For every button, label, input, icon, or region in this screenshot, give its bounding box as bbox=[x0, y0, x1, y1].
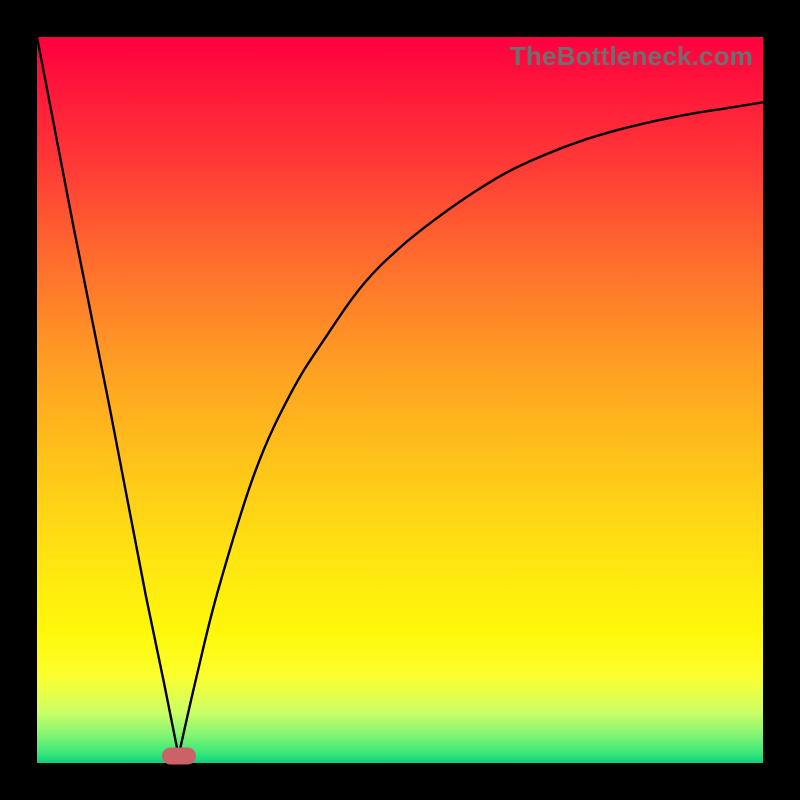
left-branch-path bbox=[37, 37, 179, 756]
right-branch-path bbox=[179, 102, 763, 755]
chart-plot-area: TheBottleneck.com bbox=[37, 37, 763, 763]
chart-curve bbox=[37, 37, 763, 763]
minimum-marker bbox=[162, 747, 196, 764]
outer-frame: TheBottleneck.com bbox=[0, 0, 800, 800]
